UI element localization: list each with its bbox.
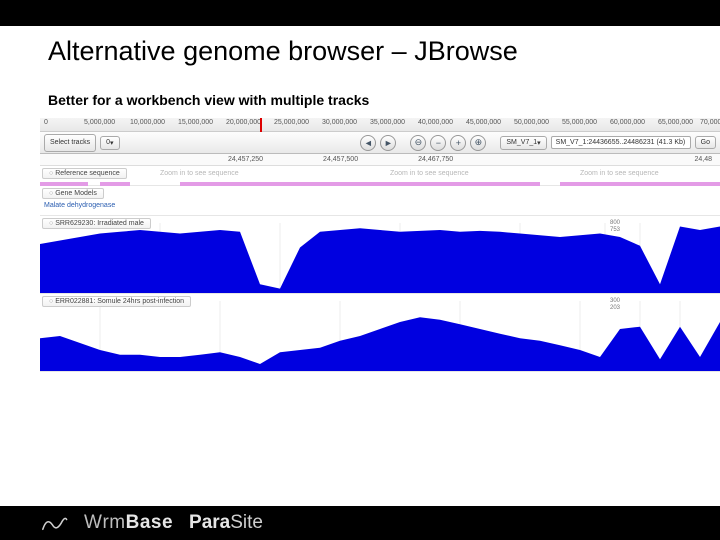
overview-marker[interactable] <box>260 118 262 132</box>
zoom-in-big-icon[interactable]: ⊕ <box>470 135 486 151</box>
worm-icon <box>40 512 68 534</box>
location-input[interactable]: SM_V7_1:24436655..24486231 (41.3 Kb) <box>551 136 691 149</box>
track-reference-sequence: Reference sequence Zoom in to see sequen… <box>40 166 720 186</box>
overview-ruler[interactable]: 0 5,000,000 10,000,000 15,000,000 20,000… <box>40 118 720 132</box>
page-subtitle: Better for a workbench view with multipl… <box>0 67 720 118</box>
coord: 24,467,750 <box>418 156 453 163</box>
track-count-dropdown[interactable]: 0 ▾ <box>100 136 119 150</box>
coord: 24,457,500 <box>323 156 358 163</box>
track-label[interactable]: SRR629230: Irradiated male <box>42 218 151 229</box>
tick: 25,000,000 <box>274 119 309 126</box>
tick: 30,000,000 <box>322 119 357 126</box>
tick: 40,000,000 <box>418 119 453 126</box>
coverage-plot[interactable] <box>40 223 720 293</box>
tick: 5,000,000 <box>84 119 115 126</box>
local-coords: 24,457,250 24,457,500 24,467,750 24,48 <box>40 154 720 166</box>
tick: 0 <box>44 119 48 126</box>
track-gene-models: Gene Models Malate dehydrogenase <box>40 186 720 216</box>
track-label[interactable]: Gene Models <box>42 188 104 199</box>
parasite-logo: ParaSite <box>189 512 263 534</box>
track-label[interactable]: Reference sequence <box>42 168 127 179</box>
tick: 50,000,000 <box>514 119 549 126</box>
pan-left-icon[interactable]: ◄ <box>360 135 376 151</box>
zoom-out-icon[interactable]: − <box>430 135 446 151</box>
track-coverage-err022881: ERR022881: Somule 24hrs post-infection 3… <box>40 294 720 372</box>
tick: 60,000,000 <box>610 119 645 126</box>
zoom-out-big-icon[interactable]: ⊖ <box>410 135 426 151</box>
jbrowse-panel: 0 5,000,000 10,000,000 15,000,000 20,000… <box>40 118 720 448</box>
chrom-select[interactable]: SM_V7_1 ▾ <box>500 136 546 150</box>
zoom-hint: Zoom in to see sequence <box>160 170 239 177</box>
tick: 70,000,000 <box>700 119 720 126</box>
tick: 15,000,000 <box>178 119 213 126</box>
coverage-plot[interactable] <box>40 301 720 371</box>
tick: 55,000,000 <box>562 119 597 126</box>
go-button[interactable]: Go <box>695 136 716 149</box>
tick: 20,000,000 <box>226 119 261 126</box>
zoom-hint: Zoom in to see sequence <box>580 170 659 177</box>
tick: 65,000,000 <box>658 119 693 126</box>
coord: 24,48 <box>694 156 712 163</box>
toolbar: Select tracks 0 ▾ ◄ ► ⊖ − + ⊕ SM_V7_1 ▾ … <box>40 132 720 154</box>
gene-link[interactable]: Malate dehydrogenase <box>44 202 115 209</box>
zoom-in-icon[interactable]: + <box>450 135 466 151</box>
track-coverage-srr629230: SRR629230: Irradiated male 800 753 <box>40 216 720 294</box>
track-label[interactable]: ERR022881: Somule 24hrs post-infection <box>42 296 191 307</box>
tick: 10,000,000 <box>130 119 165 126</box>
footer-bar: W rm Base ParaSite <box>0 506 720 540</box>
page-title: Alternative genome browser – JBrowse <box>0 26 720 67</box>
pan-right-icon[interactable]: ► <box>380 135 396 151</box>
tick: 45,000,000 <box>466 119 501 126</box>
tick: 35,000,000 <box>370 119 405 126</box>
select-tracks-button[interactable]: Select tracks <box>44 134 96 152</box>
coord: 24,457,250 <box>228 156 263 163</box>
wormbase-logo: W rm Base <box>84 512 173 534</box>
zoom-hint: Zoom in to see sequence <box>390 170 469 177</box>
